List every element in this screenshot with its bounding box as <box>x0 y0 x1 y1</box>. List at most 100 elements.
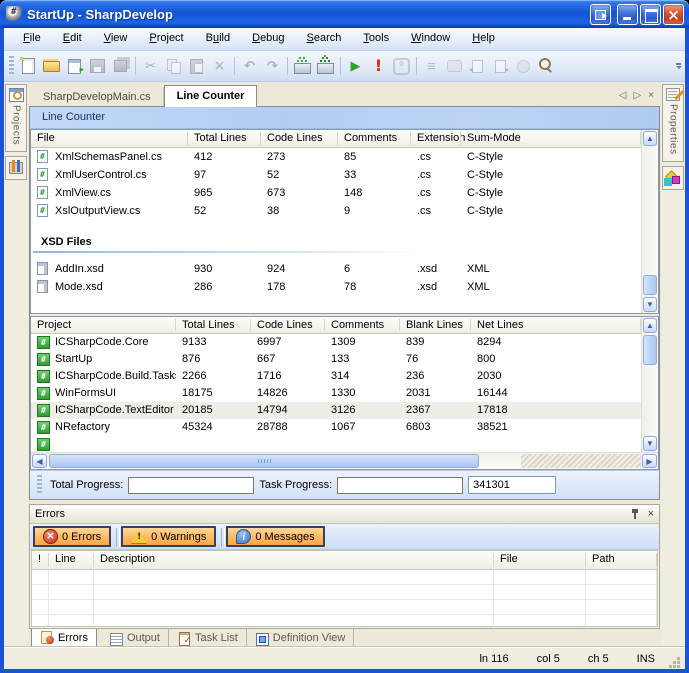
project-row[interactable]: NRefactory 45324 28788 1067 6803 38521 <box>31 419 641 436</box>
tab-scroll-left-icon[interactable]: ◁ <box>619 90 627 101</box>
title-bar[interactable]: StartUp - SharpDevelop <box>0 0 689 28</box>
error-filter-button[interactable]: 0 Errors <box>33 526 111 547</box>
menu-item[interactable]: View <box>93 28 139 50</box>
menu-item[interactable]: Help <box>461 28 506 50</box>
xsd-file-row[interactable]: AddIn.xsd 930 924 6 .xsd XML <box>31 260 641 278</box>
bookmark-next-icon[interactable] <box>489 55 512 77</box>
region-icon[interactable] <box>443 55 466 77</box>
new-file-icon[interactable] <box>17 55 40 77</box>
bottom-tab[interactable]: Definition View <box>247 629 355 647</box>
copy-icon[interactable] <box>162 55 185 77</box>
format-lines-icon[interactable] <box>420 55 443 77</box>
project-row[interactable]: ICSharpCode.Build.Tasks 2266 1716 314 23… <box>31 368 641 385</box>
column-header[interactable]: Code Lines <box>251 317 325 333</box>
menu-item[interactable]: Window <box>400 28 461 50</box>
scrollbar-track[interactable] <box>521 454 641 468</box>
project-row-clipped[interactable] <box>31 436 641 452</box>
horizontal-scrollbar[interactable]: ◀ ▶ <box>31 452 658 469</box>
menu-item[interactable]: Project <box>138 28 194 50</box>
scroll-up-icon[interactable]: ▲ <box>643 318 657 333</box>
bottom-tab[interactable]: Output <box>101 629 169 647</box>
tab-scroll-right-icon[interactable]: ▷ <box>633 90 641 101</box>
close-panel-icon[interactable]: × <box>648 509 654 520</box>
bookmark-prev-icon[interactable] <box>466 55 489 77</box>
column-header[interactable]: Comments <box>325 317 400 333</box>
toolbar-separator-icon[interactable] <box>284 55 291 77</box>
paste-icon[interactable] <box>185 55 208 77</box>
tab-close-icon[interactable]: × <box>648 90 654 101</box>
minimize-button[interactable] <box>617 4 638 25</box>
column-header[interactable]: Total Lines <box>176 317 251 333</box>
error-filter-button[interactable]: 0 Warnings <box>121 526 216 547</box>
scroll-up-icon[interactable]: ▲ <box>643 131 657 146</box>
toolbar-separator-icon[interactable] <box>132 55 139 77</box>
open-file-icon[interactable] <box>40 55 63 77</box>
toolbar-overflow-button[interactable] <box>674 53 683 79</box>
scrollbar-thumb[interactable] <box>643 275 657 295</box>
sidebar-tab-tools[interactable] <box>5 156 27 180</box>
profile-icon[interactable] <box>390 55 413 77</box>
maximize-button[interactable] <box>640 4 661 25</box>
column-header[interactable]: Extension <box>411 130 461 147</box>
delete-icon[interactable] <box>208 55 231 77</box>
document-tab[interactable]: SharpDevelopMain.cs <box>31 87 164 106</box>
sidebar-tab-projects[interactable]: Projects <box>5 84 27 152</box>
column-header[interactable]: Project <box>31 317 176 333</box>
xsd-file-row[interactable]: Mode.xsd 286 178 78 .xsd XML <box>31 278 641 296</box>
file-row[interactable]: XslOutputView.cs 52 38 9 .cs C-Style <box>31 202 641 220</box>
file-row[interactable]: XmlUserControl.cs 97 52 33 .cs C-Style <box>31 166 641 184</box>
menu-item[interactable]: Build <box>195 28 241 50</box>
project-row[interactable]: StartUp 876 667 133 76 800 <box>31 351 641 368</box>
error-filter-button[interactable]: 0 Messages <box>226 526 324 547</box>
close-button[interactable] <box>663 4 684 25</box>
toolbar-separator-icon[interactable] <box>231 55 238 77</box>
column-header[interactable]: Code Lines <box>261 130 338 147</box>
bottom-tab[interactable]: Errors <box>31 629 97 647</box>
save-all-icon[interactable] <box>109 55 132 77</box>
bottom-tab[interactable]: Task List <box>169 629 247 647</box>
file-row[interactable]: XmlView.cs 965 673 148 .cs C-Style <box>31 184 641 202</box>
abort-icon[interactable] <box>367 55 390 77</box>
sidebar-tab-classes[interactable] <box>662 166 684 190</box>
errors-panel-header[interactable]: Errors × <box>30 505 659 524</box>
file-table-scrollbar[interactable]: ▲ ▼ <box>641 130 658 313</box>
menu-item[interactable]: Debug <box>241 28 295 50</box>
build-icon[interactable] <box>291 55 314 77</box>
file-row[interactable]: XmlSchemasPanel.cs 412 273 85 .cs C-Styl… <box>31 148 641 166</box>
toolbar-grip[interactable] <box>9 56 14 76</box>
column-header[interactable]: Description <box>94 551 494 569</box>
cut-icon[interactable] <box>139 55 162 77</box>
save-as-icon[interactable] <box>63 55 86 77</box>
menu-item[interactable]: Edit <box>52 28 93 50</box>
run-icon[interactable] <box>344 55 367 77</box>
column-header[interactable]: Comments <box>338 130 411 147</box>
toolbar-separator-icon[interactable] <box>413 55 420 77</box>
toolbar-grip[interactable] <box>37 475 42 495</box>
column-header[interactable]: File <box>494 551 586 569</box>
pin-icon[interactable] <box>630 508 640 520</box>
redo-icon[interactable] <box>261 55 284 77</box>
detach-window-button[interactable] <box>590 4 611 25</box>
project-row[interactable]: WinFormsUI 18175 14826 1330 2031 16144 <box>31 385 641 402</box>
resize-grip[interactable] <box>669 657 681 669</box>
project-row[interactable]: ICSharpCode.TextEditor 20185 14794 3126 … <box>31 402 641 419</box>
column-header[interactable]: Sum-Mode <box>461 130 641 147</box>
column-header[interactable]: Path <box>586 551 657 569</box>
column-header[interactable]: Blank Lines <box>400 317 471 333</box>
scroll-down-icon[interactable]: ▼ <box>643 436 657 451</box>
column-header[interactable]: Line <box>49 551 94 569</box>
menu-item[interactable]: Search <box>296 28 353 50</box>
column-header[interactable]: Total Lines <box>188 130 261 147</box>
document-tab[interactable]: Line Counter <box>164 85 258 107</box>
sidebar-tab-properties[interactable]: Properties <box>662 84 684 162</box>
scrollbar-thumb[interactable] <box>49 454 479 468</box>
menu-item[interactable]: File <box>12 28 52 50</box>
toolbar-separator-icon[interactable] <box>337 55 344 77</box>
undo-icon[interactable] <box>238 55 261 77</box>
scrollbar-thumb[interactable] <box>643 335 657 365</box>
search-icon[interactable] <box>535 55 558 77</box>
clear-bookmarks-icon[interactable] <box>512 55 535 77</box>
scroll-right-icon[interactable]: ▶ <box>642 454 657 468</box>
scroll-down-icon[interactable]: ▼ <box>643 297 657 312</box>
project-table-scrollbar[interactable]: ▲ ▼ <box>641 317 658 452</box>
